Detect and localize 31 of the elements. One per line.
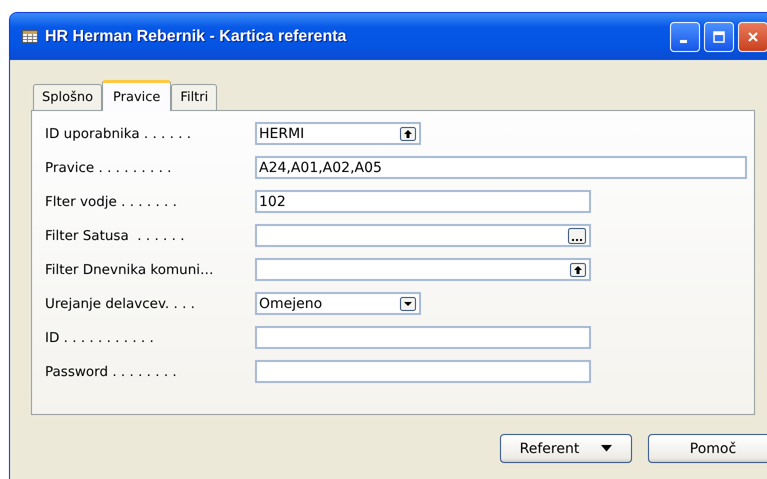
ellipsis-icon[interactable] <box>568 228 586 244</box>
field-label: Urejanje delavcev. . . . <box>45 296 196 312</box>
minimize-icon <box>680 40 686 43</box>
input-field[interactable]: 102 <box>255 190 591 213</box>
input-field[interactable]: Omejeno <box>255 292 421 315</box>
input-field[interactable] <box>255 360 591 383</box>
maximize-icon <box>713 30 725 42</box>
field-label: Flter vodje . . . . . . . <box>45 194 178 210</box>
action-button[interactable]: Referent <box>500 434 632 463</box>
input-field[interactable]: A24,A01,A02,A05 <box>255 156 747 179</box>
tab[interactable]: Filtri <box>171 84 218 110</box>
input-field[interactable] <box>255 258 591 281</box>
input-field[interactable] <box>255 224 591 247</box>
field-label: Pravice . . . . . . . . . <box>45 160 172 176</box>
field-label: Filter Satusa . . . . . . <box>45 228 186 244</box>
field-label: Filter Dnevnika komuni… <box>45 262 215 278</box>
input-field[interactable]: HERMI <box>255 122 421 145</box>
field-label: ID uporabnika . . . . . . <box>45 126 192 142</box>
caret-icon <box>601 445 612 452</box>
minimize-button[interactable] <box>670 22 700 52</box>
tab[interactable]: Pravice <box>102 80 172 111</box>
table-icon <box>22 30 38 43</box>
field-label: Password . . . . . . . . <box>45 364 178 380</box>
window-title: HR Herman Rebernik - Kartica referenta <box>45 28 346 46</box>
field-label: ID . . . . . . . . . . . <box>45 330 155 346</box>
maximize-button[interactable] <box>704 22 734 52</box>
close-button[interactable] <box>738 22 767 52</box>
action-button[interactable]: Pomoč <box>648 434 767 463</box>
close-icon <box>747 30 759 42</box>
tab[interactable]: Splošno <box>33 84 102 110</box>
input-field[interactable] <box>255 326 591 349</box>
